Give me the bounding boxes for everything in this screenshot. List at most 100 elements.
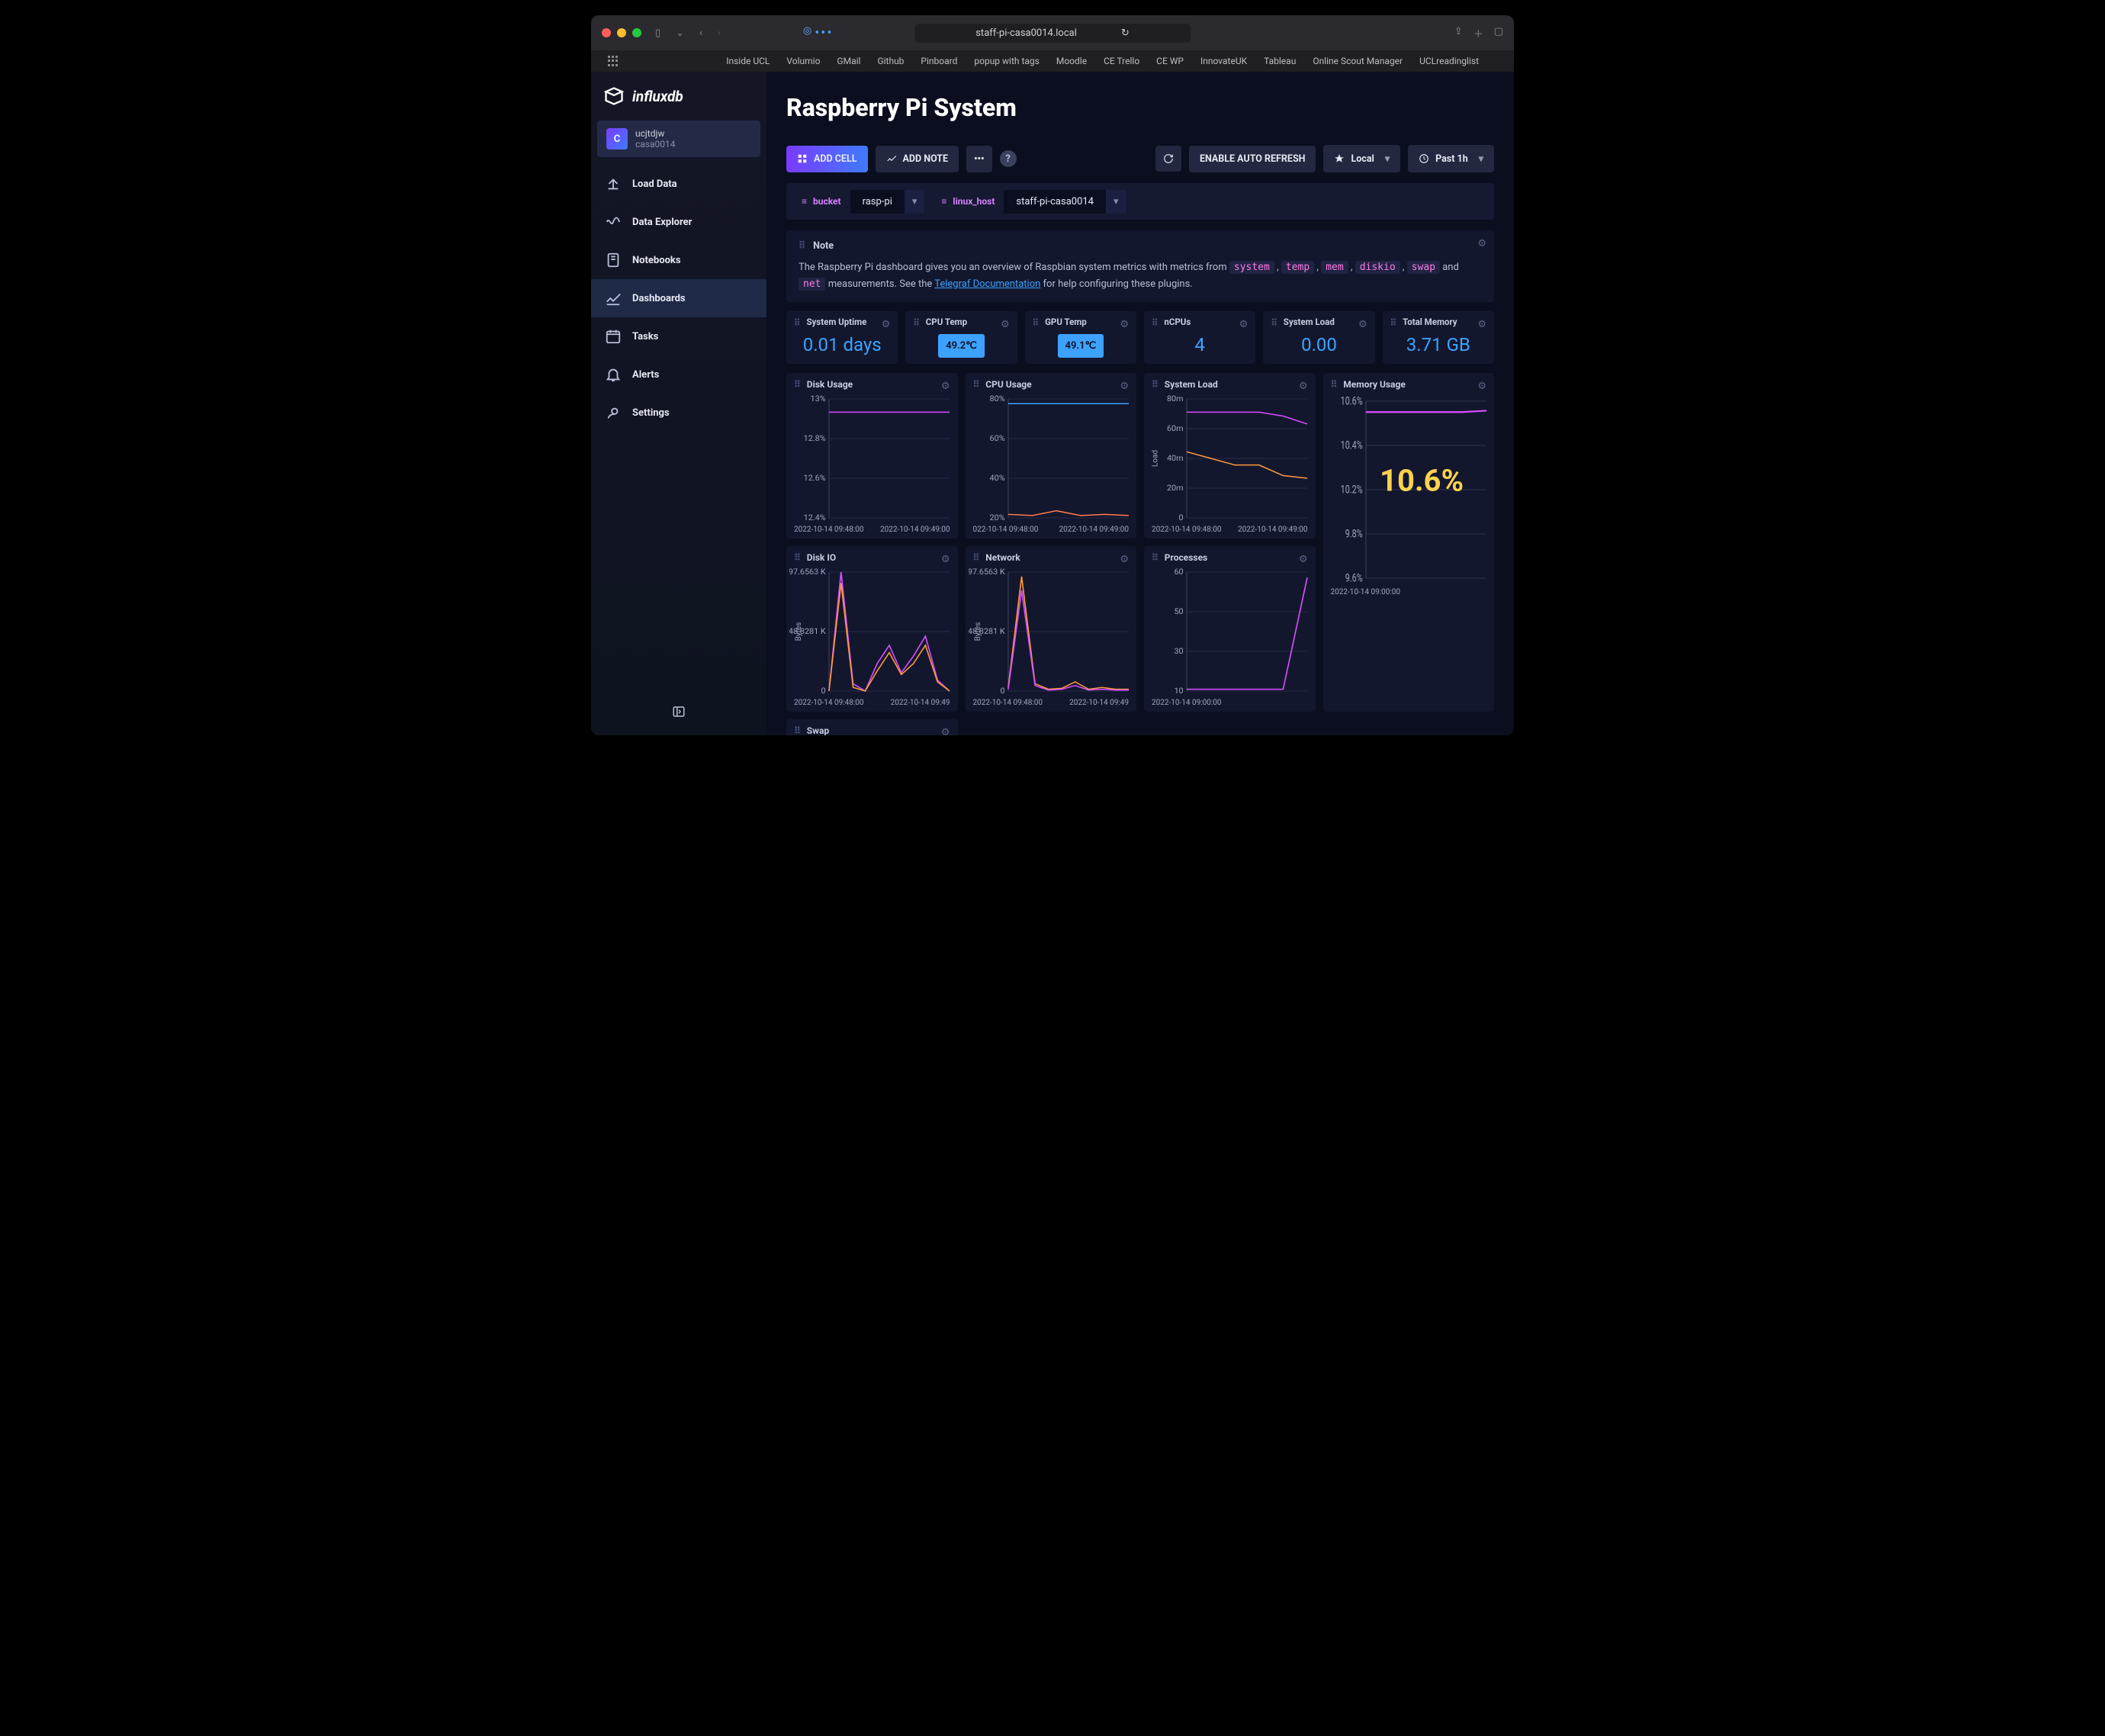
gear-icon[interactable]: ⚙ [1477,381,1486,392]
stat-gpu-temp: ⚙ ⠿GPU Temp 49.1℃ [1025,311,1136,364]
user-switcher[interactable]: C ucjtdjw casa0014 [597,121,760,157]
gear-icon[interactable]: ⚙ [1477,319,1486,330]
svg-text:9.6%: 9.6% [1345,572,1362,585]
collapse-sidebar-icon[interactable] [672,710,686,722]
drag-handle-icon[interactable]: ⠿ [794,552,802,563]
dashboard-main: Raspberry Pi System ADD CELL ADD NOTE ••… [766,72,1514,735]
gear-icon[interactable]: ⚙ [1299,554,1308,565]
sidebar-item-dashboards[interactable]: Dashboards [591,279,766,317]
gear-icon[interactable]: ⚙ [941,554,950,565]
chart-title: CPU Usage [985,379,1031,390]
gear-icon[interactable]: ⚙ [1477,238,1486,249]
brand-logo[interactable]: influxdb [591,72,766,121]
timezone-dropdown[interactable]: Local▾ [1323,145,1400,172]
back-icon[interactable]: ‹ [693,24,709,42]
sidebar-item-settings[interactable]: Settings [591,394,766,432]
bookmark[interactable]: Pinboard [921,56,957,66]
time-range-dropdown[interactable]: Past 1h▾ [1408,145,1494,172]
sidebar-item-alerts[interactable]: Alerts [591,355,766,394]
bookmark[interactable]: UCLreadinglist [1419,56,1479,66]
bucket-value: rasp-pi [850,190,905,214]
titlebar: ▯ ⌄ ‹ › ◎ ••• staff-pi-casa0014.local ↻ … [591,15,1514,50]
sidebar-item-data-explorer[interactable]: Data Explorer [591,203,766,241]
bookmark[interactable]: CE WP [1156,56,1184,66]
stat-cpu-temp: ⚙ ⠿CPU Temp 49.2℃ [905,311,1017,364]
bucket-dropdown[interactable]: ▾ [905,190,925,214]
gear-icon[interactable]: ⚙ [882,319,891,330]
gear-icon[interactable]: ⚙ [1120,554,1129,565]
gear-icon[interactable]: ⚙ [1239,319,1249,330]
gear-icon[interactable]: ⚙ [1120,319,1129,330]
url-bar[interactable]: staff-pi-casa0014.local ↻ [914,24,1191,43]
chart-mem_usage: ⚙⠿Memory Usage9.6%9.8%10.2%10.4%10.6%10.… [1323,373,1495,712]
add-note-button[interactable]: ADD NOTE [876,146,959,172]
refresh-icon-button[interactable] [1155,146,1181,172]
user-name: ucjtdjw [635,128,676,139]
svg-text:0: 0 [1179,513,1184,522]
gear-icon[interactable]: ⚙ [1120,381,1129,392]
sidebar-item-label: Dashboards [632,293,686,304]
bookmark[interactable]: InnovateUK [1200,56,1247,66]
more-button[interactable]: ••• [966,146,991,172]
sidebar-item-tasks[interactable]: Tasks [591,317,766,355]
svg-text:60m: 60m [1167,424,1184,433]
chevron-down-icon[interactable]: ⌄ [670,24,690,42]
bookmark[interactable]: CE Trello [1104,56,1139,66]
help-icon[interactable]: ? [1000,150,1017,167]
svg-text:10.4%: 10.4% [1340,439,1362,452]
svg-text:60%: 60% [989,434,1004,443]
sidebar-item-load-data[interactable]: Load Data [591,165,766,203]
chart-title: Swap [807,725,829,735]
bookmark[interactable]: Github [877,56,904,66]
sidebar-item-label: Settings [632,407,670,419]
drag-handle-icon[interactable]: ⠿ [794,379,802,390]
bookmark[interactable]: GMail [837,56,860,66]
reload-icon[interactable]: ↻ [1121,27,1130,39]
nav-icon [605,290,622,307]
bookmark[interactable]: popup with tags [974,56,1039,66]
big-value: 10.6% [1380,462,1464,498]
maximize-icon[interactable] [632,28,641,37]
user-org: casa0014 [635,139,676,149]
close-icon[interactable] [602,28,611,37]
svg-text:40%: 40% [989,474,1004,483]
gear-icon[interactable]: ⚙ [1299,381,1308,392]
drag-handle-icon[interactable]: ⠿ [799,240,807,252]
gear-icon[interactable]: ⚙ [941,727,950,735]
gear-icon[interactable]: ⚙ [941,381,950,392]
sidebar-item-notebooks[interactable]: Notebooks [591,241,766,279]
nav-icon [605,214,622,230]
chart-title: Processes [1165,552,1207,563]
bookmark[interactable]: Moodle [1056,56,1087,66]
bookmark[interactable]: Inside UCL [726,56,770,66]
share-icon[interactable]: ⇪ [1454,26,1463,40]
gear-icon[interactable]: ⚙ [1358,319,1367,330]
site-settings-icon[interactable]: ••• [815,25,833,41]
drag-handle-icon[interactable]: ⠿ [1152,379,1160,390]
forward-icon[interactable]: › [712,24,727,42]
drag-handle-icon[interactable]: ⠿ [973,379,982,390]
drag-handle-icon[interactable]: ⠿ [1152,552,1160,563]
shield-icon[interactable]: ◎ [803,25,811,41]
variable-bar: ≡bucket rasp-pi ▾ ≡linux_host staff-pi-c… [786,183,1494,220]
auto-refresh-button[interactable]: ENABLE AUTO REFRESH [1189,146,1316,172]
bookmark[interactable]: Volumio [786,56,820,66]
gear-icon[interactable]: ⚙ [1001,319,1010,330]
chart-disk_io: ⚙⠿Disk IOBytes048.8281 K97.6563 K2022-10… [786,546,958,712]
apps-grid-icon[interactable] [608,56,619,66]
drag-handle-icon[interactable]: ⠿ [1331,379,1339,390]
drag-handle-icon[interactable]: ⠿ [973,552,982,563]
host-dropdown[interactable]: ▾ [1106,190,1126,214]
bookmark[interactable]: Online Scout Manager [1313,56,1403,66]
bookmark[interactable]: Tableau [1264,56,1296,66]
minimize-icon[interactable] [617,28,626,37]
add-cell-button[interactable]: ADD CELL [786,146,868,172]
svg-text:60: 60 [1174,567,1183,577]
tabs-icon[interactable]: ▢ [1494,26,1503,40]
sidebar-toggle-icon[interactable]: ▯ [649,24,667,42]
primary-nav: Load DataData ExplorerNotebooks Dashboard… [591,165,766,432]
drag-handle-icon[interactable]: ⠿ [794,725,802,735]
bucket-label: ≡bucket [792,189,850,214]
telegraf-docs-link[interactable]: Telegraf Documentation [934,278,1040,290]
new-tab-icon[interactable]: ＋ [1474,26,1483,40]
